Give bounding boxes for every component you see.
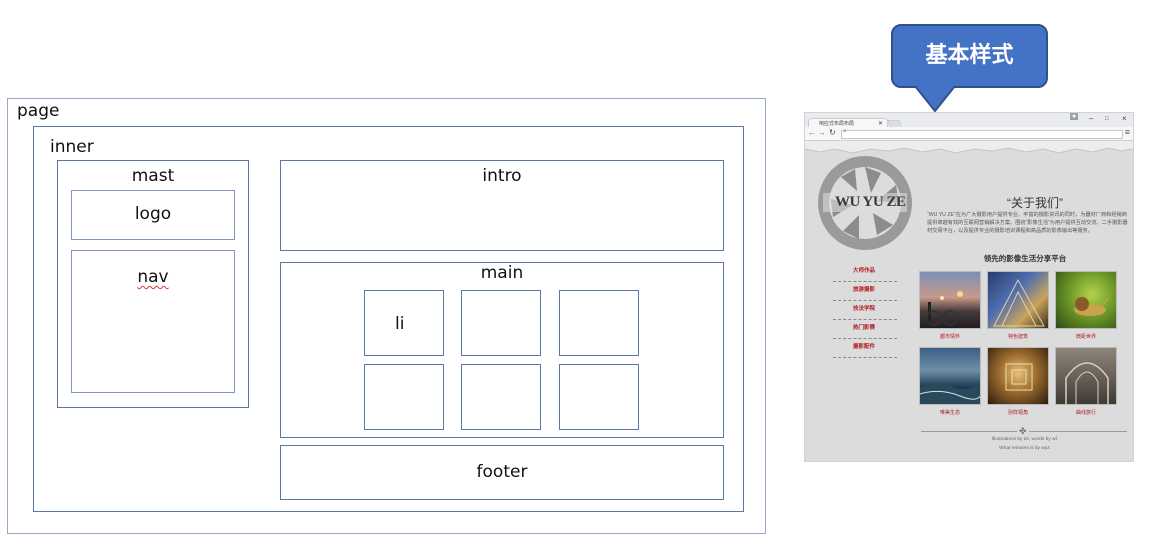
- caption-city: 都市情怀: [939, 334, 960, 340]
- browser-toolbar: ← → ↻ ⌕ ≡: [805, 127, 1133, 141]
- close-window-button[interactable]: ×: [1122, 114, 1127, 123]
- address-bar[interactable]: ⌕: [841, 128, 1123, 139]
- search-icon: ⌕: [843, 128, 847, 135]
- footer-label: footer: [476, 462, 528, 482]
- caption-travel: 曲线旅行: [1075, 410, 1096, 416]
- footer-box: footer: [280, 445, 724, 500]
- platform-title: 领先的影像生活分享平台: [983, 254, 1067, 263]
- callout-pointer: [913, 86, 957, 113]
- logo-box: logo: [71, 190, 235, 240]
- caption-building: 特色建筑: [1007, 334, 1028, 340]
- site-logo[interactable]: WU YU ZE: [815, 153, 915, 258]
- nav-item-master-works[interactable]: 大师作品: [833, 263, 897, 282]
- inner-label: inner: [50, 137, 94, 157]
- nav-item-contests[interactable]: 热门影赛: [833, 320, 897, 339]
- main-label: main: [480, 263, 524, 283]
- nav-item-technique[interactable]: 技法学院: [833, 301, 897, 320]
- back-arrow-icon[interactable]: ←: [808, 128, 816, 137]
- browser-titlebar: 响应式布局布局 ✕ ● – □ ×: [805, 113, 1133, 129]
- forward-arrow-icon[interactable]: →: [818, 128, 826, 137]
- city-night-photo[interactable]: [919, 271, 981, 329]
- caption-perspective: 别样视角: [1007, 410, 1028, 416]
- page-label: page: [17, 101, 60, 121]
- cathedral-arches-photo[interactable]: [1055, 347, 1117, 405]
- menu-icon[interactable]: ≡: [1125, 127, 1130, 137]
- ornament-icon: ✤: [1017, 426, 1029, 436]
- li-box: [364, 364, 444, 430]
- li-box: [461, 290, 541, 356]
- browser-window: 响应式布局布局 ✕ ● – □ × ← → ↻ ⌕ ≡ WU YU ZE “关于…: [804, 112, 1134, 462]
- nav-item-travel-photo[interactable]: 旅游摄影: [833, 282, 897, 301]
- profile-icon[interactable]: ●: [1070, 113, 1079, 120]
- nav-item-accessories[interactable]: 摄影配件: [833, 339, 897, 358]
- li-box: [559, 364, 639, 430]
- li-box: [559, 290, 639, 356]
- mast-label: mast: [131, 166, 175, 186]
- snail-macro-photo[interactable]: [1055, 271, 1117, 329]
- logo-text: WU YU ZE: [835, 194, 906, 210]
- li-box: li: [364, 290, 444, 356]
- logo-label: logo: [134, 204, 172, 224]
- nav-label: nav: [137, 267, 169, 287]
- about-title: “关于我们”: [1007, 196, 1063, 210]
- intro-box: intro: [280, 160, 724, 251]
- caption-macro: 微距世界: [1075, 334, 1096, 340]
- li-label: li: [395, 314, 405, 334]
- footer-credit-2: What remains is by wyz.: [999, 446, 1051, 451]
- nav-box: nav: [71, 250, 235, 393]
- minimize-button[interactable]: –: [1089, 114, 1093, 123]
- caption-ecology: 唯美生态: [939, 410, 960, 416]
- intro-label: intro: [482, 166, 522, 186]
- about-text: “WU YU ZE”在为广大摄影用户提供专业、丰富的摄影资讯的同时，为器材厂商和…: [927, 212, 1128, 234]
- seascape-photo[interactable]: [919, 347, 981, 405]
- reload-icon[interactable]: ↻: [829, 128, 836, 137]
- callout-basic-style: 基本样式: [891, 24, 1048, 88]
- modern-building-photo[interactable]: [987, 271, 1049, 329]
- li-box: [461, 364, 541, 430]
- website-viewport: WU YU ZE “关于我们” “WU YU ZE”在为广大摄影用户提供专业、丰…: [805, 141, 1133, 461]
- architecture-perspective-photo[interactable]: [987, 347, 1049, 405]
- maximize-button[interactable]: □: [1105, 116, 1109, 122]
- footer-credit-1: Illustrations by dx, words by wf.: [991, 437, 1059, 442]
